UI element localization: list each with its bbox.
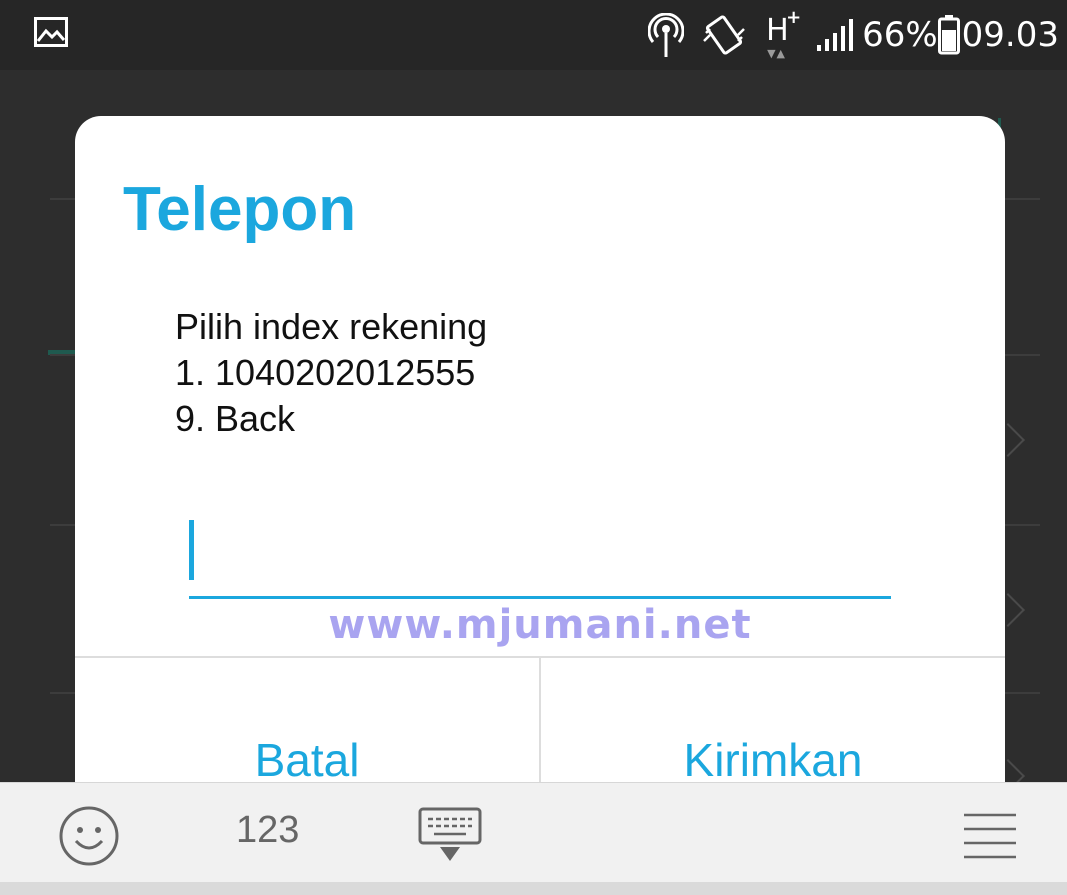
cancel-button[interactable]: Batal bbox=[75, 658, 539, 796]
message-line: 9. Back bbox=[175, 398, 296, 439]
battery-percent: 66% bbox=[862, 15, 938, 55]
dialog-button-row: Batal Kirimkan bbox=[75, 656, 1005, 796]
battery-icon bbox=[937, 15, 960, 55]
numbers-key[interactable]: 123 bbox=[236, 809, 299, 852]
menu-icon[interactable] bbox=[962, 811, 1018, 861]
status-bar: H + ▼▲ 66% 09.03 bbox=[0, 0, 1067, 70]
watermark: www.mjumani.net bbox=[328, 602, 752, 648]
hotspot-icon bbox=[648, 13, 685, 57]
dialog-message: Pilih index rekening 1. 1040202012555 9.… bbox=[175, 304, 487, 442]
message-line: Pilih index rekening bbox=[175, 306, 488, 347]
network-plus-label: + bbox=[786, 7, 802, 28]
message-line: 1. 1040202012555 bbox=[175, 352, 476, 393]
navigation-strip bbox=[0, 882, 1067, 895]
hide-keyboard-icon[interactable] bbox=[416, 807, 484, 865]
network-h-plus-icon: H + ▼▲ bbox=[764, 7, 802, 60]
reply-input[interactable] bbox=[189, 512, 891, 599]
status-icons: H + ▼▲ 66% 09.03 bbox=[648, 7, 1059, 60]
gallery-icon bbox=[34, 17, 68, 47]
send-button[interactable]: Kirimkan bbox=[541, 658, 1005, 796]
vibrate-icon bbox=[703, 15, 745, 55]
keyboard-toolbar: 123 bbox=[0, 782, 1067, 883]
emoji-icon[interactable] bbox=[58, 805, 120, 867]
text-caret bbox=[189, 520, 194, 580]
signal-icon bbox=[817, 19, 854, 51]
dialog-title: Telepon bbox=[123, 175, 357, 244]
ussd-dialog: Telepon Pilih index rekening 1. 10402020… bbox=[75, 116, 1005, 796]
data-activity-icon: ▼▲ bbox=[767, 47, 786, 60]
clock: 09.03 bbox=[961, 15, 1059, 55]
